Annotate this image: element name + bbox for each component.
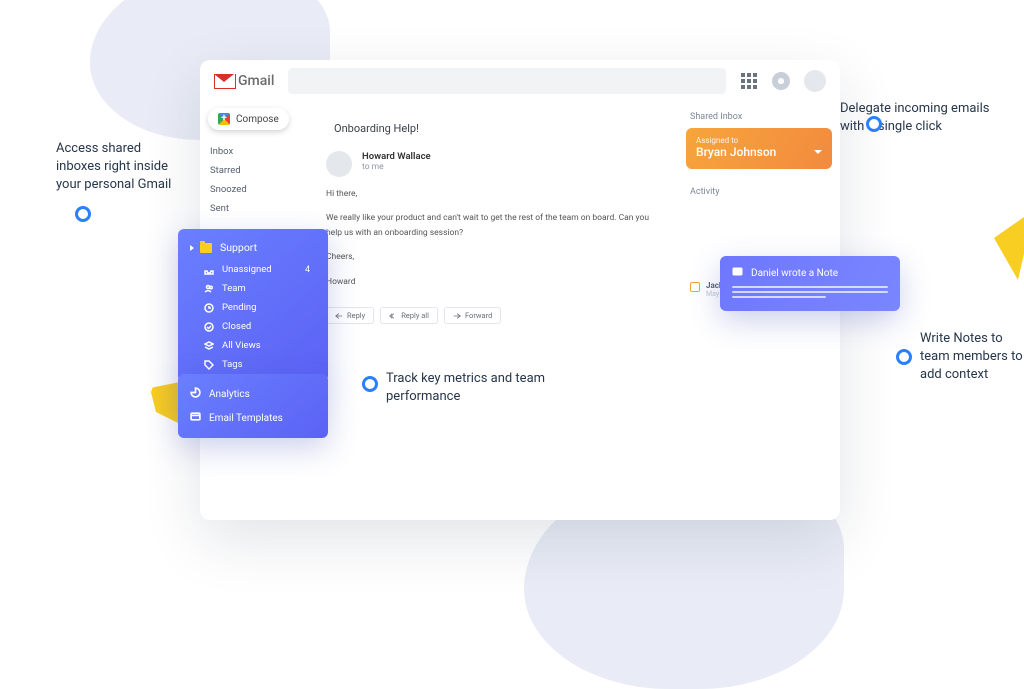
gmail-logo[interactable]: Gmail bbox=[214, 73, 274, 89]
sender-avatar[interactable] bbox=[326, 151, 352, 177]
assigned-name: Bryan Johnson bbox=[696, 145, 822, 159]
right-rail: Shared Inbox Assigned to Bryan Johnson A… bbox=[680, 102, 840, 520]
folder-icon bbox=[200, 243, 212, 253]
support-header[interactable]: Support bbox=[178, 237, 328, 260]
chevron-down-icon[interactable] bbox=[814, 150, 822, 154]
shared-inbox-title: Shared Inbox bbox=[686, 112, 832, 122]
recipient-label: to me bbox=[362, 162, 431, 172]
compose-plus-icon bbox=[218, 113, 230, 125]
compose-label: Compose bbox=[236, 114, 279, 125]
gmail-icon bbox=[214, 74, 234, 88]
mail-icon bbox=[690, 282, 700, 292]
check-circle-icon bbox=[204, 322, 214, 332]
note-title: Daniel wrote a Note bbox=[751, 268, 838, 279]
apps-icon[interactable] bbox=[740, 72, 758, 90]
search-input[interactable] bbox=[288, 68, 726, 94]
email-templates-item[interactable]: Email Templates bbox=[178, 406, 328, 430]
email-signature: Howard bbox=[326, 275, 666, 289]
note-line bbox=[732, 296, 826, 298]
topbar-actions bbox=[740, 70, 826, 92]
sidebar-item-sent[interactable]: Sent bbox=[208, 199, 304, 218]
note-line bbox=[732, 291, 888, 293]
tag-icon bbox=[204, 360, 214, 370]
support-item-closed[interactable]: Closed bbox=[178, 317, 328, 336]
support-item-allviews[interactable]: All Views bbox=[178, 336, 328, 355]
chevron-right-icon bbox=[190, 245, 194, 251]
email-actions: Reply Reply all Forward bbox=[326, 307, 666, 324]
email-body: Hi there, We really like your product an… bbox=[326, 187, 666, 289]
support-item-pending[interactable]: Pending bbox=[178, 298, 328, 317]
assigned-card[interactable]: Assigned to Bryan Johnson bbox=[686, 128, 832, 169]
sidebar-item-snoozed[interactable]: Snoozed bbox=[208, 180, 304, 199]
email-view: Onboarding Help! Howard Wallace to me Hi… bbox=[312, 102, 680, 520]
email-greeting: Hi there, bbox=[326, 187, 666, 201]
clock-icon bbox=[204, 303, 214, 313]
analytics-item[interactable]: Analytics bbox=[178, 382, 328, 406]
support-panel: Support Unassigned4 Team Pending Closed … bbox=[178, 229, 328, 382]
callout-delegate: Delegate incoming emails with a single c… bbox=[840, 100, 990, 136]
tray-icon bbox=[204, 265, 214, 275]
sidebar-item-inbox[interactable]: Inbox bbox=[208, 142, 304, 161]
sender-row: Howard Wallace to me bbox=[326, 151, 666, 177]
callout-analytics: Track key metrics and team performance bbox=[386, 370, 546, 406]
forward-button[interactable]: Forward bbox=[444, 307, 501, 324]
compose-button[interactable]: Compose bbox=[208, 108, 289, 130]
notifications-icon[interactable] bbox=[772, 72, 790, 90]
pie-chart-icon bbox=[190, 387, 201, 401]
callout-notes: Write Notes to team members to add conte… bbox=[920, 330, 1024, 385]
note-line bbox=[732, 286, 888, 288]
email-body-text: We really like your product and can't wa… bbox=[326, 211, 666, 240]
email-closing: Cheers, bbox=[326, 250, 666, 264]
marker-analytics bbox=[362, 376, 378, 392]
analytics-panel: Analytics Email Templates bbox=[178, 374, 328, 438]
avatar[interactable] bbox=[804, 70, 826, 92]
note-icon bbox=[732, 266, 743, 280]
brand-label: Gmail bbox=[238, 73, 274, 89]
reply-button[interactable]: Reply bbox=[326, 307, 374, 324]
sender-name: Howard Wallace bbox=[362, 151, 431, 162]
support-item-tags[interactable]: Tags bbox=[178, 355, 328, 374]
marker-notes bbox=[896, 349, 912, 365]
assigned-label: Assigned to bbox=[696, 136, 822, 145]
reply-all-button[interactable]: Reply all bbox=[380, 307, 438, 324]
decorative-leaf bbox=[994, 210, 1024, 280]
layers-icon bbox=[204, 341, 214, 351]
users-icon bbox=[204, 284, 214, 294]
callout-shared-inbox: Access shared inboxes right inside your … bbox=[56, 140, 186, 195]
support-item-unassigned[interactable]: Unassigned4 bbox=[178, 260, 328, 279]
email-subject: Onboarding Help! bbox=[334, 122, 666, 135]
marker-shared-inbox bbox=[75, 206, 91, 222]
marker-delegate bbox=[866, 116, 882, 132]
topbar: Gmail bbox=[200, 60, 840, 102]
support-item-team[interactable]: Team bbox=[178, 279, 328, 298]
sidebar-item-starred[interactable]: Starred bbox=[208, 161, 304, 180]
activity-title: Activity bbox=[686, 187, 832, 197]
template-icon bbox=[190, 411, 201, 425]
note-card[interactable]: Daniel wrote a Note bbox=[720, 256, 900, 311]
